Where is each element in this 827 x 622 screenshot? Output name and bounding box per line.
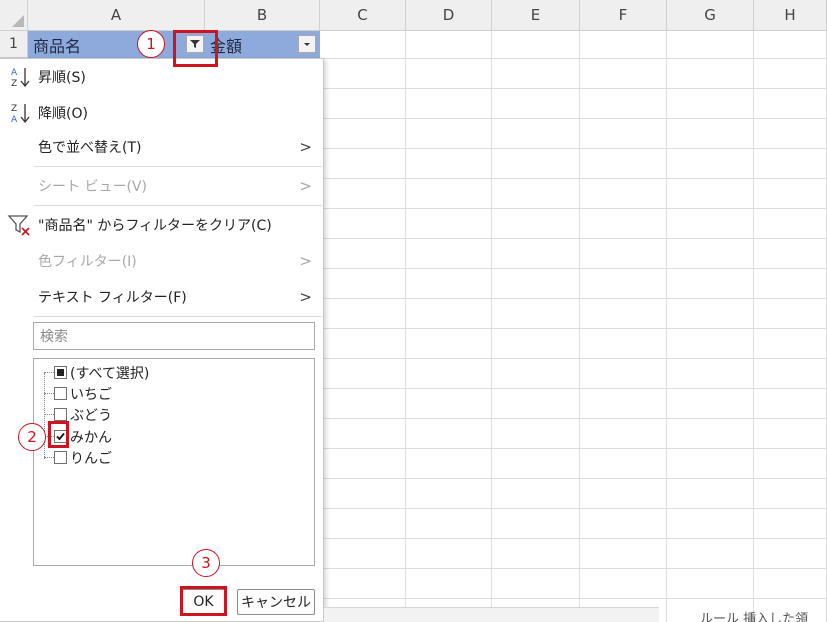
- annotation-step-1: 1: [137, 30, 165, 58]
- tree-line: [44, 372, 54, 373]
- menu-clear-filter[interactable]: "商品名" からフィルターをクリア(C): [0, 209, 322, 241]
- chevron-right-icon: >: [299, 138, 312, 156]
- filter-item-label: ぶどう: [70, 407, 112, 424]
- cancel-button-label: キャンセル: [241, 595, 311, 611]
- column-header-f[interactable]: F: [580, 0, 667, 31]
- menu-separator: [34, 205, 322, 206]
- menu-clear-filter-label: "商品名" からフィルターをクリア(C): [38, 218, 272, 234]
- sort-ascending-icon: A Z: [11, 68, 30, 89]
- svg-text:Z: Z: [11, 79, 17, 89]
- column-header-a[interactable]: A: [28, 0, 205, 31]
- menu-text-filter[interactable]: テキスト フィルター(F) >: [0, 281, 322, 313]
- menu-separator: [34, 316, 322, 317]
- tree-line: [44, 414, 54, 415]
- gridline: [579, 31, 580, 622]
- menu-sort-ascending[interactable]: A Z 昇順(S): [0, 61, 322, 93]
- svg-text:Z: Z: [11, 104, 17, 114]
- svg-text:A: A: [11, 68, 18, 78]
- menu-color-filter: 色フィルター(I) >: [0, 245, 322, 277]
- menu-sort-descending[interactable]: Z A 降順(O): [0, 97, 322, 129]
- column-header-g[interactable]: G: [667, 0, 754, 31]
- annotation-step-2: 2: [18, 423, 46, 451]
- filter-item-label: みかん: [70, 429, 112, 446]
- filter-dropdown-button-b[interactable]: [298, 35, 316, 53]
- cell-a1-text: 商品名: [33, 36, 82, 56]
- column-header-d[interactable]: D: [406, 0, 492, 31]
- filter-item-label: (すべて選択): [70, 365, 150, 382]
- search-input[interactable]: 検索: [33, 322, 315, 350]
- select-all-corner[interactable]: [0, 0, 28, 31]
- filter-item-label: いちご: [70, 386, 112, 403]
- filter-item-checkbox[interactable]: [54, 366, 67, 379]
- menu-sheet-view-label: シート ビュー(V): [38, 179, 147, 195]
- chevron-right-icon: >: [299, 177, 312, 195]
- filter-item-label: りんご: [70, 450, 112, 467]
- filter-item-checkbox[interactable]: [54, 387, 67, 400]
- sheet-tab-bar: [324, 607, 659, 622]
- sort-descending-icon: Z A: [11, 104, 30, 125]
- annotation-step-2-number: 2: [27, 428, 37, 446]
- chevron-right-icon: >: [299, 288, 312, 306]
- status-text: ルール 挿入した領: [700, 612, 809, 622]
- gridline: [405, 31, 406, 622]
- filter-item-checkbox[interactable]: [54, 408, 67, 421]
- filter-item-checkbox[interactable]: [54, 451, 67, 464]
- annotation-box-ok: [180, 586, 227, 616]
- annotation-step-1-number: 1: [146, 35, 156, 53]
- filter-dropdown-panel: A Z 昇順(S) Z A 降順(O) 色で並べ替え(T) > シート ビュー(…: [0, 58, 324, 622]
- menu-color-filter-label: 色フィルター(I): [38, 254, 137, 270]
- column-header-e[interactable]: E: [492, 0, 580, 31]
- svg-text:A: A: [11, 115, 18, 125]
- clear-filter-icon: [7, 215, 30, 236]
- column-header-h[interactable]: H: [754, 0, 827, 31]
- column-header-b[interactable]: B: [205, 0, 320, 31]
- menu-sort-by-color-label: 色で並べ替え(T): [38, 140, 142, 156]
- chevron-right-icon: >: [299, 252, 312, 270]
- search-placeholder: 検索: [40, 329, 68, 345]
- cancel-button[interactable]: キャンセル: [237, 589, 315, 615]
- menu-sort-ascending-label: 昇順(S): [38, 70, 86, 86]
- annotation-step-3-number: 3: [201, 554, 211, 572]
- gridline: [666, 31, 667, 622]
- tree-line: [44, 393, 54, 394]
- chevron-down-icon: [304, 43, 310, 46]
- menu-sort-descending-label: 降順(O): [38, 106, 88, 122]
- menu-sort-by-color[interactable]: 色で並べ替え(T) >: [0, 131, 322, 163]
- annotation-step-3: 3: [192, 549, 220, 577]
- menu-separator: [34, 166, 322, 167]
- row-header-1[interactable]: 1: [0, 31, 28, 58]
- annotation-box-checkbox: [48, 421, 69, 448]
- menu-text-filter-label: テキスト フィルター(F): [38, 290, 187, 306]
- tree-line: [44, 457, 54, 458]
- column-header-c[interactable]: C: [320, 0, 406, 31]
- gridline: [753, 31, 754, 622]
- gridline: [491, 31, 492, 622]
- tree-line: [44, 373, 45, 459]
- annotation-box-filter-button: [173, 30, 218, 67]
- filter-value-list[interactable]: (すべて選択) いちごぶどうみかんりんご: [33, 358, 315, 566]
- menu-sheet-view: シート ビュー(V) >: [0, 170, 322, 202]
